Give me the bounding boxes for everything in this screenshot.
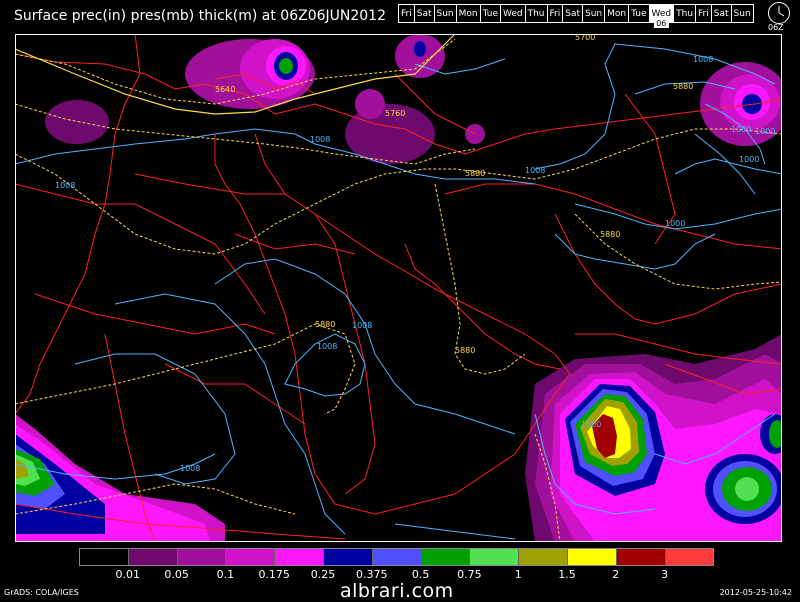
- day-tab[interactable]: Mon: [457, 5, 481, 22]
- isobar-label: 1008: [525, 166, 545, 175]
- thickness-label: 5880: [673, 82, 693, 91]
- legend-label: 0.75: [457, 568, 482, 581]
- legend-label: 2: [612, 568, 620, 581]
- legend-swatch: [80, 549, 129, 565]
- thickness-label: 5880: [315, 320, 335, 329]
- day-tab[interactable]: Tue: [629, 5, 650, 22]
- day-tab[interactable]: Fri: [696, 5, 712, 22]
- map-title: Surface prec(in) pres(mb) thick(m) at 06…: [14, 8, 386, 24]
- legend-swatch: [421, 549, 471, 565]
- map-canvas: 5640 5700 5760 5880 5880 5880 5880 5880 …: [15, 34, 782, 542]
- watermark: albrari.com: [340, 580, 454, 602]
- thickness-label: 5880: [455, 346, 475, 355]
- precip-legend: [79, 548, 715, 566]
- clock-icon: [768, 2, 790, 24]
- isobar-label: 1000: [755, 127, 775, 136]
- isobar-label: 1000: [665, 219, 685, 228]
- legend-label: 0.01: [115, 568, 141, 581]
- grads-credit: GrADS: COLA/IGES: [4, 588, 79, 597]
- isobar-label: 1000: [731, 125, 751, 134]
- legend-swatch: [128, 549, 178, 565]
- isobar-label: 1008: [693, 55, 713, 64]
- legend-swatch: [616, 549, 666, 565]
- day-tab[interactable]: Thu: [674, 5, 697, 22]
- legend-swatch: [470, 549, 520, 565]
- thickness-label: 5880: [465, 169, 485, 178]
- legend-label: 0.25: [310, 568, 336, 581]
- legend-label: 1.5: [558, 568, 576, 581]
- legend-swatch: [665, 549, 714, 565]
- legend-swatch: [372, 549, 422, 565]
- thickness-label: 5700: [575, 34, 595, 42]
- day-tab[interactable]: Sun: [435, 5, 457, 22]
- isobar-label: 1008: [317, 342, 337, 351]
- day-tab[interactable]: Fri: [548, 5, 564, 22]
- weather-map: 5640 5700 5760 5880 5880 5880 5880 5880 …: [15, 34, 782, 542]
- legend-swatch: [275, 549, 324, 565]
- legend-swatch: [519, 549, 568, 565]
- day-tab[interactable]: Sat: [563, 5, 584, 22]
- legend-swatch: [323, 549, 373, 565]
- day-tab-sub: 06: [654, 19, 669, 28]
- day-tab[interactable]: Fri: [399, 5, 415, 22]
- isobar-label: 1008: [310, 135, 330, 144]
- day-tab[interactable]: Sun: [732, 5, 753, 22]
- day-selector: Fri Sat Sun Mon Tue Wed Thu Fri Sat Sun …: [398, 4, 754, 28]
- legend-label: 0.1: [216, 568, 235, 581]
- day-tab[interactable]: Tue: [481, 5, 501, 22]
- isobar-label: 1000: [581, 420, 601, 429]
- legend-label: 1: [514, 568, 522, 581]
- clock-label: 06Z: [768, 23, 784, 32]
- legend-label: 3: [661, 568, 669, 581]
- thickness-label: 5880: [600, 230, 620, 239]
- isobar-label: 1008: [352, 321, 372, 330]
- thickness-label: 5640: [215, 85, 235, 94]
- day-tab[interactable]: Sat: [415, 5, 435, 22]
- day-tab-selected[interactable]: Wed 06: [649, 5, 675, 28]
- isobar-label: 1000: [739, 155, 759, 164]
- day-tab[interactable]: Sun: [583, 5, 606, 22]
- day-tab-label: Wed: [651, 9, 672, 19]
- day-tab[interactable]: Mon: [605, 5, 630, 22]
- day-tab[interactable]: Sat: [712, 5, 732, 22]
- legend-swatch: [177, 549, 227, 565]
- thickness-label: 5760: [385, 109, 405, 118]
- isobar-label: 1008: [55, 181, 75, 190]
- legend-label: 0.05: [164, 568, 189, 581]
- legend-label: 0.175: [258, 568, 290, 581]
- legend-swatch: [226, 549, 276, 565]
- timestamp: 2012-05-25-10:42: [719, 588, 792, 597]
- legend-swatch: [567, 549, 617, 565]
- day-tab[interactable]: Wed: [501, 5, 526, 22]
- isobar-label: 1008: [180, 464, 200, 473]
- day-tab[interactable]: Thu: [526, 5, 548, 22]
